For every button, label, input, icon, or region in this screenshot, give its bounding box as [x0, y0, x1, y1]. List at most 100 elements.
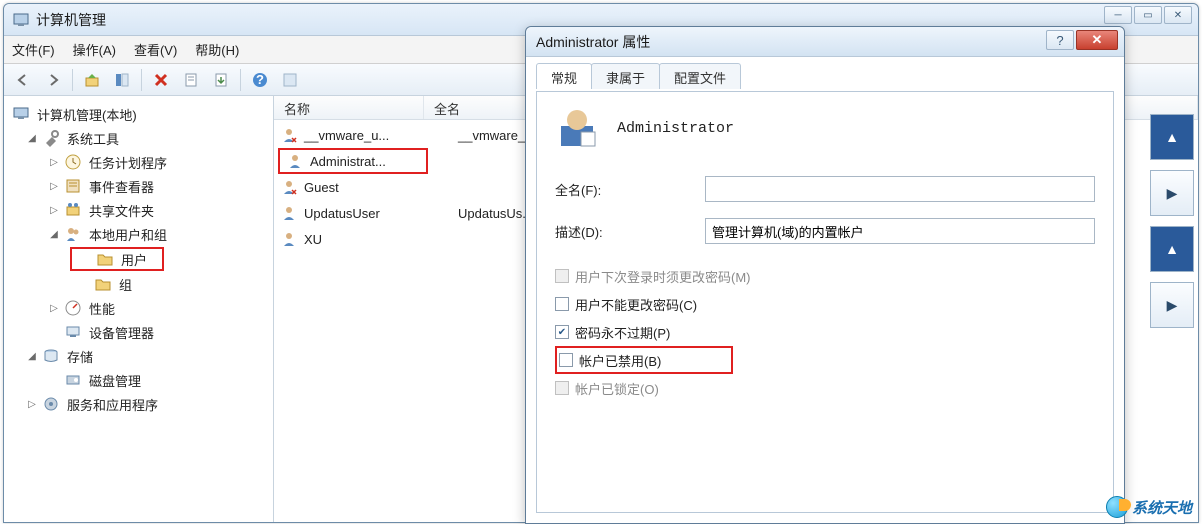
tree-users[interactable]: 用户 [70, 247, 164, 271]
menu-view[interactable]: 查看(V) [134, 40, 177, 59]
main-title: 计算机管理 [36, 10, 106, 30]
expand-icon[interactable]: ▷ [48, 180, 60, 192]
tree-device-manager[interactable]: 设备管理器 [6, 320, 271, 344]
share-icon [64, 201, 82, 219]
chk-locked-label: 帐户已锁定(O) [575, 379, 659, 398]
delete-button[interactable] [148, 68, 174, 92]
tree-local-users-groups[interactable]: ◢ 本地用户和组 [6, 222, 271, 246]
properties-dialog: Administrator 属性 ? ✕ 常规 隶属于 配置文件 Adminis… [525, 26, 1125, 524]
event-icon [64, 177, 82, 195]
close-button[interactable]: ✕ [1164, 6, 1192, 24]
tree-label: 性能 [86, 298, 118, 319]
scroll-up-button[interactable]: ▲ [1150, 226, 1194, 272]
collapse-icon[interactable]: ◢ [26, 350, 38, 362]
list-cell: Guest [304, 180, 452, 195]
users-icon [64, 225, 82, 243]
list-cell: UpdatusUser [304, 206, 452, 221]
svg-text:?: ? [256, 72, 264, 87]
refresh-button[interactable] [277, 68, 303, 92]
menu-action[interactable]: 操作(A) [73, 40, 116, 59]
user-icon [280, 204, 298, 222]
tab-page-general: Administrator 全名(F): 描述(D): 用户下次登录时须更改密码… [536, 91, 1114, 513]
chk-cannot-change-row[interactable]: 用户不能更改密码(C) [555, 290, 1095, 318]
checkbox-group: 用户下次登录时须更改密码(M) 用户不能更改密码(C) ✔ 密码永不过期(P) … [555, 262, 1095, 402]
dialog-help-button[interactable]: ? [1046, 30, 1074, 50]
expand-icon[interactable]: ▷ [48, 302, 60, 314]
expand-icon[interactable]: ▷ [26, 398, 38, 410]
tree-system-tools[interactable]: ◢ 系统工具 [6, 126, 271, 150]
scroll-right-button[interactable]: ▶ [1150, 170, 1194, 216]
show-hide-button[interactable] [109, 68, 135, 92]
up-button[interactable] [79, 68, 105, 92]
toolbar-separator [72, 69, 73, 91]
chk-never-expire-row[interactable]: ✔ 密码永不过期(P) [555, 318, 1095, 346]
tree-label: 本地用户和组 [86, 224, 170, 245]
tree-task-scheduler[interactable]: ▷ 任务计划程序 [6, 150, 271, 174]
description-input[interactable] [705, 218, 1095, 244]
chk-never-expire-label: 密码永不过期(P) [575, 323, 670, 342]
expand-icon[interactable]: ▷ [48, 204, 60, 216]
tree-label: 服务和应用程序 [64, 394, 161, 415]
user-icon [286, 152, 304, 170]
tree-services-apps[interactable]: ▷ 服务和应用程序 [6, 392, 271, 416]
app-icon [12, 11, 30, 29]
checkbox-checked-icon[interactable]: ✔ [555, 325, 569, 339]
user-icon [280, 230, 298, 248]
tree-label: 共享文件夹 [86, 200, 157, 221]
dialog-title: Administrator 属性 [536, 32, 650, 52]
tree-shared-folders[interactable]: ▷ 共享文件夹 [6, 198, 271, 222]
tree-label: 计算机管理(本地) [34, 104, 140, 125]
chk-locked-row: 帐户已锁定(O) [555, 374, 1095, 402]
tree-label: 组 [116, 274, 135, 295]
help-button[interactable]: ? [247, 68, 273, 92]
dialog-close-button[interactable]: ✕ [1076, 30, 1118, 50]
scroll-up-button[interactable]: ▲ [1150, 114, 1194, 160]
user-name: Administrator [617, 120, 734, 137]
tree-groups[interactable]: 组 [6, 272, 271, 296]
tree-storage[interactable]: ◢ 存储 [6, 344, 271, 368]
properties-button[interactable] [178, 68, 204, 92]
chk-cannot-change-label: 用户不能更改密码(C) [575, 295, 697, 314]
list-cell: Administrat... [310, 154, 426, 169]
tab-profile[interactable]: 配置文件 [659, 63, 741, 89]
fullname-input[interactable] [705, 176, 1095, 202]
checkbox-icon[interactable] [559, 353, 573, 367]
scroll-right-button[interactable]: ▶ [1150, 282, 1194, 328]
action-scroll-panel: ▲ ▶ ▲ ▶ [1150, 114, 1198, 338]
checkbox-icon [555, 381, 569, 395]
tab-member-of[interactable]: 隶属于 [591, 63, 660, 89]
list-item-administrator[interactable]: Administrat... [278, 148, 428, 174]
menu-file[interactable]: 文件(F) [12, 40, 55, 59]
minimize-button[interactable]: ─ [1104, 6, 1132, 24]
tree-label: 设备管理器 [86, 322, 157, 343]
description-row: 描述(D): [555, 218, 1095, 244]
chk-disabled-row[interactable]: 帐户已禁用(B) [555, 346, 733, 374]
collapse-icon[interactable]: ◢ [26, 132, 38, 144]
tree-label: 磁盘管理 [86, 370, 144, 391]
chk-disabled-label: 帐户已禁用(B) [579, 351, 661, 370]
checkbox-icon[interactable] [555, 297, 569, 311]
expand-icon[interactable]: ▷ [48, 156, 60, 168]
col-name[interactable]: 名称 [274, 96, 424, 119]
user-disabled-icon [280, 126, 298, 144]
maximize-button[interactable]: ▭ [1134, 6, 1162, 24]
forward-button[interactable] [40, 68, 66, 92]
navigation-tree[interactable]: 计算机管理(本地) ◢ 系统工具 ▷ 任务计划程序 ▷ 事件查看器 ▷ 共享文件… [4, 96, 274, 522]
fullname-row: 全名(F): [555, 176, 1095, 202]
tree-event-viewer[interactable]: ▷ 事件查看器 [6, 174, 271, 198]
description-label: 描述(D): [555, 222, 705, 241]
checkbox-icon [555, 269, 569, 283]
list-cell: XU [304, 232, 452, 247]
tree-performance[interactable]: ▷ 性能 [6, 296, 271, 320]
tree-disk-management[interactable]: 磁盘管理 [6, 368, 271, 392]
tree-root[interactable]: 计算机管理(本地) [6, 102, 271, 126]
tree-label: 用户 [118, 249, 150, 270]
main-window-controls: ─ ▭ ✕ [1104, 6, 1192, 24]
user-header: Administrator [555, 106, 1095, 150]
tree-label: 任务计划程序 [86, 152, 170, 173]
back-button[interactable] [10, 68, 36, 92]
tab-general[interactable]: 常规 [536, 63, 592, 89]
export-button[interactable] [208, 68, 234, 92]
collapse-icon[interactable]: ◢ [48, 228, 60, 240]
menu-help[interactable]: 帮助(H) [195, 40, 239, 59]
